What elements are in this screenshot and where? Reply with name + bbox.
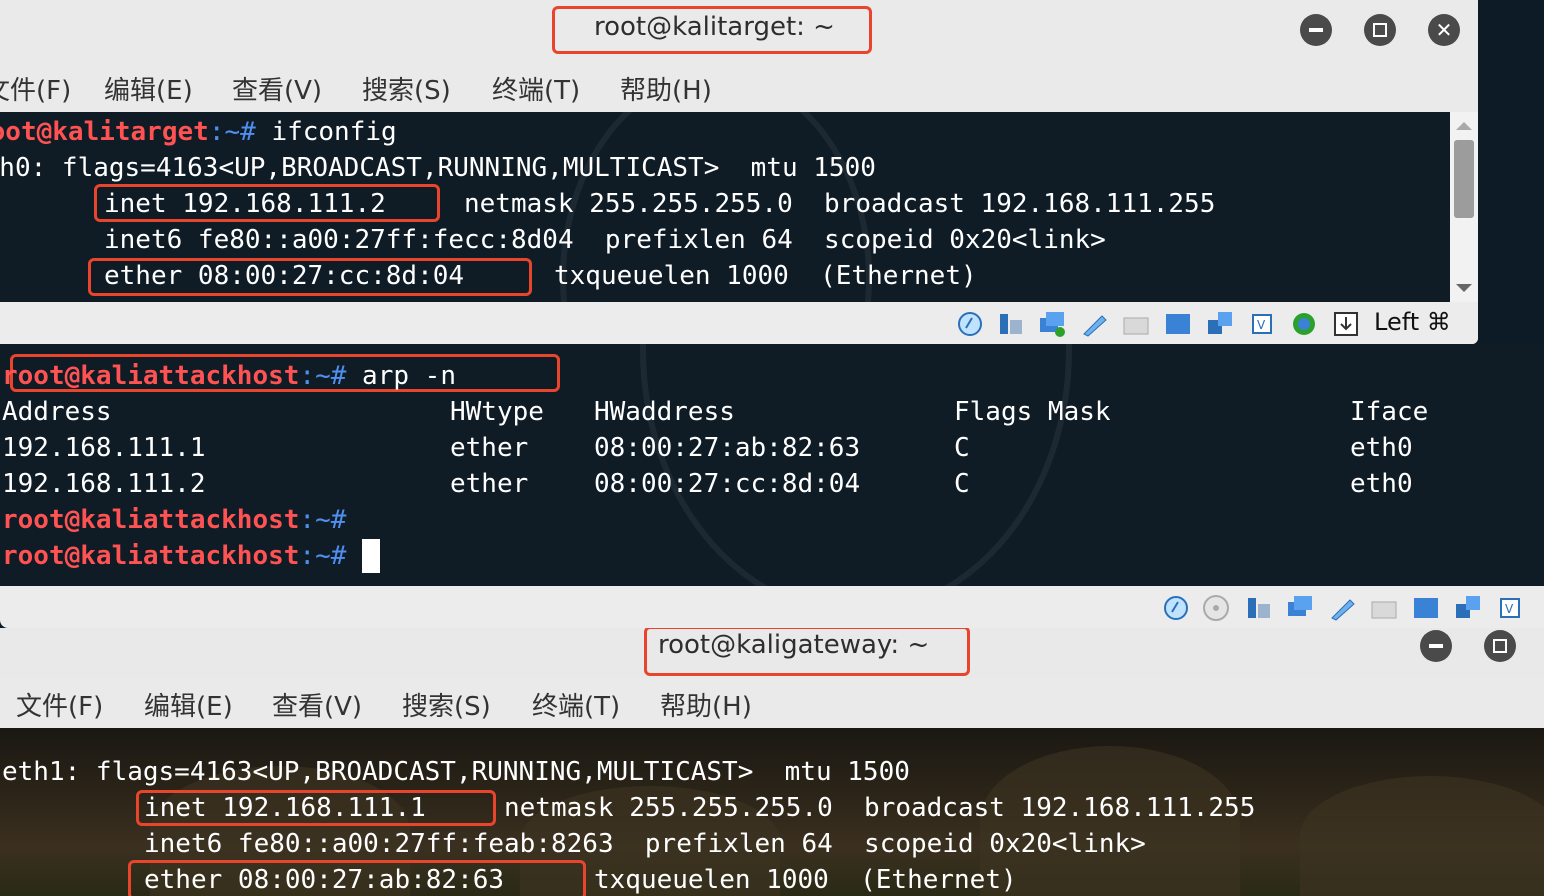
arp-row-1-address: 192.168.111.1: [2, 433, 206, 463]
svg-text:V: V: [1257, 318, 1266, 332]
arp-header-flags-mask: Flags Mask: [954, 397, 1111, 427]
menu-bar: 文件(F) 编辑(E) 查看(V) 搜索(S) 终端(T) 帮助(H): [0, 678, 1544, 728]
vm-status-bar: V: [0, 586, 1544, 628]
menu-edit[interactable]: 编辑(E): [144, 686, 233, 723]
menu-edit[interactable]: 编辑(E): [104, 70, 193, 107]
menu-file[interactable]: 文件(F): [16, 686, 103, 723]
terminal-line-inet6: inet6 fe80::a00:27ff:fecc:8d04 prefixlen…: [104, 225, 1106, 255]
scroll-thumb[interactable]: [1454, 140, 1474, 218]
optical-drive-icon[interactable]: [1202, 594, 1230, 622]
terminal-line-flags: eth1: flags=4163<UP,BROADCAST,RUNNING,MU…: [2, 757, 910, 787]
terminal-line-txqueue: txqueuelen 1000 (Ethernet): [554, 261, 977, 291]
arp-row-2-iface: eth0: [1350, 469, 1413, 499]
prompt-user: root@kaliattackhost: [2, 361, 300, 391]
terminal-output[interactable]: eth1: flags=4163<UP,BROADCAST,RUNNING,MU…: [0, 728, 1544, 896]
menu-terminal[interactable]: 终端(T): [532, 686, 620, 723]
network-icon[interactable]: [1286, 594, 1314, 622]
scroll-down-icon[interactable]: [1456, 284, 1472, 292]
prompt-user: root@kalitarget: [0, 117, 209, 147]
terminal-line-netmask: netmask 255.255.255.0 broadcast 192.168.…: [464, 189, 1216, 219]
host-key-label: Left ⌘: [1374, 308, 1451, 336]
scroll-up-icon[interactable]: [1456, 122, 1472, 130]
minimize-button[interactable]: [1300, 14, 1332, 46]
terminal-line-flags: eth0: flags=4163<UP,BROADCAST,RUNNING,MU…: [0, 153, 876, 183]
menu-help[interactable]: 帮助(H): [660, 686, 752, 723]
highlight-box-inet: [94, 184, 440, 222]
hard-disk-icon[interactable]: [1162, 594, 1190, 622]
terminal-line-txqueue: txqueuelen 1000 (Ethernet): [594, 865, 1017, 895]
title-bar[interactable]: root@kaligateway: ~: [0, 628, 1544, 678]
menu-search[interactable]: 搜索(S): [402, 686, 491, 723]
prompt-user: root@kaliattackhost: [2, 541, 300, 571]
menu-bar: 文件(F) 编辑(E) 查看(V) 搜索(S) 终端(T) 帮助(H): [0, 62, 1478, 112]
usb-icon[interactable]: [1244, 594, 1272, 622]
arp-row-2-hwaddress: 08:00:27:cc:8d:04: [594, 469, 861, 499]
window-title: root@kaligateway: ~: [658, 630, 930, 660]
menu-terminal[interactable]: 终端(T): [492, 70, 580, 107]
menu-search[interactable]: 搜索(S): [362, 70, 451, 107]
vm-status-bar: V Left ⌘: [0, 302, 1478, 344]
arp-row-2-address: 192.168.111.2: [2, 469, 206, 499]
window-title: root@kalitarget: ~: [594, 12, 835, 42]
shared-folder-icon[interactable]: [1328, 594, 1356, 622]
arp-row-1-flags: C: [954, 433, 970, 463]
display-icon[interactable]: [1164, 310, 1192, 338]
kaligateway-window: root@kaligateway: ~ 文件(F) 编辑(E) 查看(V) 搜索…: [0, 628, 1544, 896]
prompt-user: root@kaliattackhost: [2, 505, 300, 535]
prompt-sep: :~#: [208, 117, 272, 147]
prompt-sep: :~#: [299, 361, 363, 391]
arp-row-1-iface: eth0: [1350, 433, 1413, 463]
terminal-line-active-prompt: root@kaliattackhost:~#: [2, 538, 381, 574]
minimize-button[interactable]: [1420, 630, 1452, 662]
svg-text:V: V: [1505, 602, 1514, 616]
kalitarget-window: root@kalitarget: ~ ✕ 文件(F) 编辑(E) 查看(V) 搜…: [0, 0, 1478, 344]
text-cursor: [362, 539, 381, 573]
terminal-line-command: root@kalitarget:~# ifconfig: [0, 114, 397, 150]
arp-row-2-hwtype: ether: [450, 469, 529, 499]
maximize-button[interactable]: [1484, 630, 1516, 662]
menu-file[interactable]: 文件(F): [0, 70, 71, 107]
maximize-button[interactable]: [1364, 14, 1396, 46]
arp-row-1-hwtype: ether: [450, 433, 529, 463]
folder-icon[interactable]: [1370, 594, 1398, 622]
menu-view[interactable]: 查看(V): [232, 70, 322, 107]
arp-header-hwtype: HWtype: [450, 397, 544, 427]
command-text: ifconfig: [271, 117, 397, 147]
kaliattackhost-terminal[interactable]: root@kaliattackhost:~# arp -n Address HW…: [0, 344, 1544, 586]
prompt-sep: :~#: [299, 541, 363, 571]
network-icon[interactable]: [1038, 310, 1066, 338]
display-icon[interactable]: [1412, 594, 1440, 622]
guest-additions-icon[interactable]: [1290, 310, 1318, 338]
screens-icon[interactable]: [1454, 594, 1482, 622]
folder-icon[interactable]: [1122, 310, 1150, 338]
cpu-icon[interactable]: V: [1496, 594, 1524, 622]
terminal-line-prompt: root@kaliattackhost:~#: [2, 502, 346, 538]
hard-disk-icon[interactable]: [956, 310, 984, 338]
terminal-line-netmask: netmask 255.255.255.0 broadcast 192.168.…: [504, 793, 1256, 823]
usb-icon[interactable]: [996, 310, 1024, 338]
command-text: arp -n: [362, 361, 456, 391]
terminal-line-inet6: inet6 fe80::a00:27ff:feab:8263 prefixlen…: [144, 829, 1146, 859]
screens-icon[interactable]: [1206, 310, 1234, 338]
menu-view[interactable]: 查看(V): [272, 686, 362, 723]
arp-header-address: Address: [2, 397, 112, 427]
terminal-output[interactable]: root@kalitarget:~# ifconfig eth0: flags=…: [0, 112, 1450, 302]
arp-header-iface: Iface: [1350, 397, 1429, 427]
cpu-icon[interactable]: V: [1248, 310, 1276, 338]
arp-row-2-flags: C: [954, 469, 970, 499]
arp-row-1-hwaddress: 08:00:27:ab:82:63: [594, 433, 861, 463]
scrollbar[interactable]: [1450, 112, 1478, 302]
close-button[interactable]: ✕: [1428, 14, 1460, 46]
arp-header-hwaddress: HWaddress: [594, 397, 735, 427]
prompt-sep: :~#: [299, 505, 347, 535]
background-mountain: [1300, 776, 1544, 896]
terminal-line-command: root@kaliattackhost:~# arp -n: [2, 358, 456, 394]
highlight-box-ether: [128, 860, 586, 896]
keyboard-capture-icon[interactable]: [1332, 310, 1360, 338]
shared-folder-icon[interactable]: [1080, 310, 1108, 338]
menu-help[interactable]: 帮助(H): [620, 70, 712, 107]
highlight-box-inet: [136, 790, 496, 826]
title-bar[interactable]: root@kalitarget: ~ ✕: [0, 0, 1478, 62]
highlight-box-ether: [88, 258, 532, 296]
